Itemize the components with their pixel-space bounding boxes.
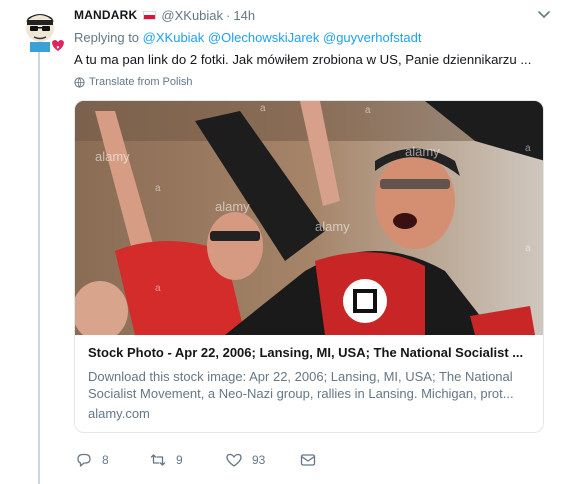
card-description: Download this stock image: Apr 22, 2006;… [88, 369, 514, 401]
retweet-icon [150, 454, 166, 466]
tweet-actions: 8 9 93 [74, 452, 544, 470]
tweet-text: A tu ma pan link do 2 fotki. Jak mówiłem… [74, 52, 532, 67]
watermark: alamy [405, 144, 440, 159]
tweet: MANDARK @XKubiak · 14h Replying to @XKub… [74, 6, 550, 467]
reply-count: 8 [102, 453, 109, 467]
watermark: a [155, 283, 161, 294]
watermark: alamy [215, 199, 250, 214]
cartoon-avatar-icon: ♥ [26, 14, 64, 52]
mention-link[interactable]: @XKubiak [143, 30, 205, 45]
watermark: alamy [315, 219, 350, 234]
svg-text:♥: ♥ [57, 45, 60, 51]
chevron-down-icon[interactable] [536, 8, 552, 22]
watermark: a [155, 183, 161, 194]
reply-button[interactable]: 8 [76, 452, 109, 468]
mention-link[interactable]: @OlechowskiJarek [208, 30, 319, 45]
card-domain: alamy.com [88, 406, 150, 421]
link-card[interactable]: alamy alamy alamy alamy a a a a a a Stoc… [74, 100, 544, 433]
globe-icon [74, 76, 85, 88]
user-handle[interactable]: @XKubiak [161, 8, 223, 23]
display-name[interactable]: MANDARK [74, 8, 137, 22]
thread-connector-line [38, 50, 40, 484]
poland-flag-icon [143, 10, 157, 20]
watermark: alamy [95, 149, 130, 164]
mention-link[interactable]: @guyverhofstadt [323, 30, 421, 45]
watermark: a [365, 105, 371, 116]
card-image[interactable]: alamy alamy alamy alamy a a a a a a [75, 101, 543, 335]
heart-icon [226, 453, 242, 467]
retweet-count: 9 [176, 453, 183, 467]
retweet-button[interactable]: 9 [150, 452, 183, 468]
timestamp[interactable]: 14h [233, 8, 255, 23]
watermark: a [525, 143, 531, 154]
reply-icon [77, 453, 91, 467]
card-body: Stock Photo - Apr 22, 2006; Lansing, MI,… [75, 335, 543, 421]
rally-photo: alamy alamy alamy alamy a a a a a a [75, 101, 543, 335]
avatar[interactable]: ♥ [18, 8, 64, 54]
translate-label: Translate from Polish [89, 76, 193, 88]
watermark: a [260, 103, 266, 114]
separator-dot: · [226, 7, 231, 23]
replying-to-prefix: Replying to [74, 30, 140, 45]
watermark: a [525, 243, 531, 254]
tweet-header: MANDARK @XKubiak · 14h [74, 6, 550, 24]
translate-link[interactable]: Translate from Polish [74, 76, 546, 88]
like-count: 93 [252, 453, 266, 467]
direct-message-icon [300, 454, 316, 466]
card-title[interactable]: Stock Photo - Apr 22, 2006; Lansing, MI,… [88, 345, 530, 360]
like-button[interactable]: 93 [226, 452, 265, 468]
replying-to: Replying to @XKubiak @OlechowskiJarek @g… [74, 30, 546, 45]
direct-message-button[interactable] [300, 452, 326, 468]
